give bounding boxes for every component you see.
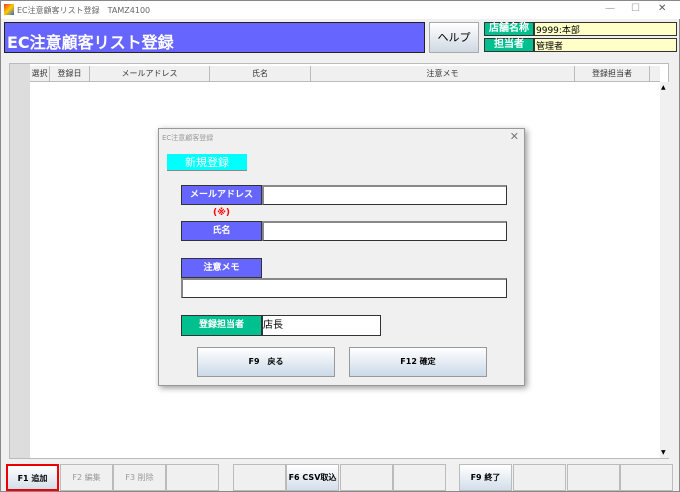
row-header [10, 64, 30, 458]
f5-button[interactable] [233, 464, 286, 491]
f8-button[interactable] [393, 464, 446, 491]
memo-input[interactable] [181, 278, 507, 298]
mode-badge: 新規登録 [167, 154, 247, 171]
f9-exit-button[interactable]: F9 終了 [459, 464, 512, 491]
confirm-button[interactable]: F12 確定 [349, 347, 487, 377]
staff-value: 管理者 [534, 38, 677, 52]
f11-button[interactable] [567, 464, 620, 491]
col-name[interactable]: 氏名 [210, 66, 311, 81]
title-bar: EC注意顧客リスト登録 TAMZ4100 — ☐ ✕ [1, 1, 680, 19]
window-title: EC注意顧客リスト登録 TAMZ4100 [17, 6, 151, 15]
f1-add-button[interactable]: F1 追加 [6, 464, 59, 491]
col-date[interactable]: 登録日 [50, 66, 90, 81]
email-label-text: メールアドレス [189, 190, 253, 200]
email-input[interactable] [262, 185, 507, 205]
col-memo[interactable]: 注意メモ [311, 66, 575, 81]
f12-button[interactable] [620, 464, 673, 491]
vertical-scrollbar[interactable]: ▲ ▼ [660, 82, 669, 458]
f4-button[interactable] [166, 464, 219, 491]
name-label: 氏名 [181, 221, 262, 241]
dialog-close-icon[interactable]: ✕ [510, 130, 519, 143]
scroll-down-icon[interactable]: ▼ [661, 449, 666, 456]
register-dialog: EC注意顧客登録 ✕ 新規登録 メールアドレス (※) 氏名 注意メモ 登録担当者… [158, 128, 525, 386]
col-email[interactable]: メールアドレス [90, 66, 210, 81]
help-button[interactable]: ヘルプ [429, 22, 479, 53]
memo-label: 注意メモ [181, 258, 262, 278]
column-header: 選択 登録日 メールアドレス 氏名 注意メモ 登録担当者 [30, 66, 660, 82]
back-button[interactable]: F9 戻る [197, 347, 335, 377]
minimize-button[interactable]: — [605, 3, 615, 14]
required-mark: (※) [213, 208, 230, 218]
maximize-button[interactable]: ☐ [631, 3, 640, 14]
app-icon [4, 4, 14, 15]
f3-delete-button[interactable]: F3 削除 [113, 464, 166, 491]
staff-label: 担当者 [484, 38, 534, 52]
page-title: EC注意顧客リスト登録 [4, 22, 425, 53]
name-input[interactable] [262, 221, 507, 241]
close-button[interactable]: ✕ [658, 3, 666, 14]
store-value: 9999:本部 [534, 22, 677, 36]
dialog-title: EC注意顧客登録 [162, 134, 214, 142]
email-label: メールアドレス (※) [181, 185, 262, 218]
col-staff[interactable]: 登録担当者 [575, 66, 650, 81]
reg-staff-input[interactable]: 店長 [262, 315, 381, 336]
col-select[interactable]: 選択 [30, 66, 50, 81]
f2-edit-button[interactable]: F2 編集 [60, 464, 113, 491]
f10-button[interactable] [513, 464, 566, 491]
f7-button[interactable] [340, 464, 393, 491]
f6-csv-import-button[interactable]: F6 CSV取込 [286, 464, 339, 491]
reg-staff-label: 登録担当者 [181, 315, 262, 336]
store-label: 店舗名称 [484, 22, 534, 36]
scroll-up-icon[interactable]: ▲ [661, 84, 666, 91]
